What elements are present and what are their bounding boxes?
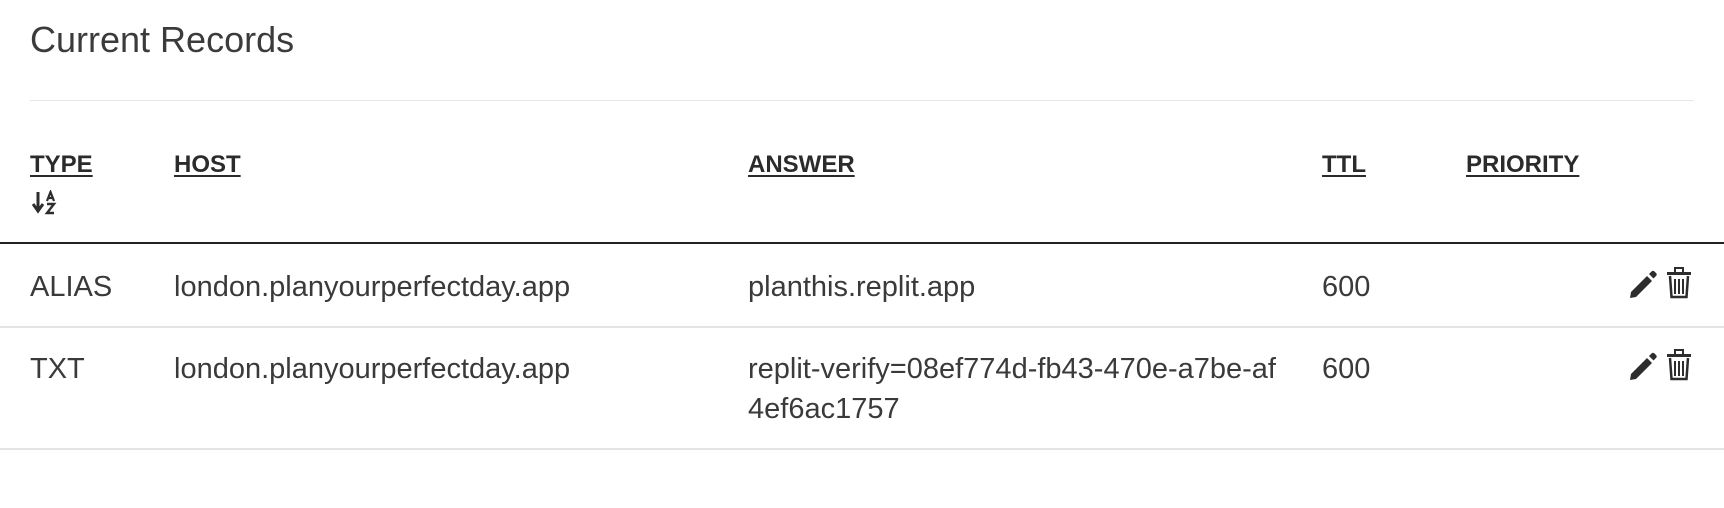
- page-title: Current Records: [30, 19, 295, 60]
- pencil-icon[interactable]: [1627, 268, 1657, 300]
- header-divider: [0, 242, 1724, 244]
- cell-answer: replit-verify=08ef774d-fb43-470e-a7be-af…: [748, 353, 1276, 425]
- title-divider: [30, 100, 1694, 101]
- cell-type: TXT: [30, 353, 85, 385]
- column-header-ttl[interactable]: TTL: [1322, 150, 1366, 180]
- cell-answer: planthis.replit.app: [748, 271, 976, 303]
- column-header-answer[interactable]: ANSWER: [748, 150, 855, 180]
- column-header-type[interactable]: TYPE: [30, 150, 93, 180]
- cell-type: ALIAS: [30, 271, 113, 303]
- row-divider: [0, 326, 1724, 328]
- cell-host: london.planyourperfectday.app: [174, 271, 571, 303]
- sort-alpha-down-icon[interactable]: [31, 188, 60, 216]
- column-header-priority[interactable]: PRIORITY: [1466, 150, 1579, 180]
- cell-host: london.planyourperfectday.app: [174, 353, 571, 385]
- cell-ttl: 600: [1322, 271, 1371, 303]
- row-divider: [0, 448, 1724, 450]
- cell-ttl: 600: [1322, 353, 1371, 385]
- trash-icon[interactable]: [1665, 267, 1695, 299]
- trash-icon[interactable]: [1665, 349, 1695, 381]
- pencil-icon[interactable]: [1627, 350, 1657, 382]
- column-header-host[interactable]: HOST: [174, 150, 241, 180]
